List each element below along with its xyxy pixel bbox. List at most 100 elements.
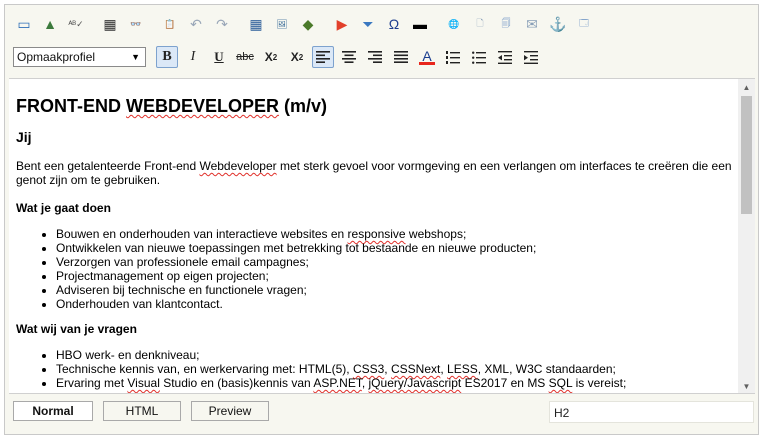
undo-icon: ↶ <box>190 15 202 32</box>
horizontal-rule-icon: ▬ <box>413 16 427 32</box>
underline-button[interactable]: U <box>208 46 230 68</box>
title-suffix: (m/v) <box>279 96 328 116</box>
scroll-up-arrow-icon[interactable]: ▲ <box>738 79 755 96</box>
table-button[interactable]: ▦ <box>245 13 267 35</box>
list-item: HBO werk- en denkniveau; <box>56 348 734 362</box>
align-left-icon <box>316 51 330 63</box>
list-item: Bouwen en onderhouden van interactieve w… <box>56 227 734 241</box>
calculator-button[interactable]: ▦ <box>99 13 121 35</box>
strikethrough-button[interactable]: abc <box>234 46 256 68</box>
italic-button[interactable]: I <box>182 46 204 68</box>
filter-button[interactable]: ⏷ <box>357 13 379 35</box>
align-justify-icon <box>394 51 408 63</box>
anchor-button[interactable]: ⚓ <box>547 13 569 35</box>
toolbar-row-2: Opmaakprofiel ▼ B I U abc X2 X2 A <box>13 44 546 70</box>
editor-content-area[interactable]: FRONT-END WEBDEVELOPER (m/v) Jij Bent ee… <box>9 78 755 394</box>
document-button[interactable]: 🗋 <box>469 13 491 35</box>
spellcheck-icon: ᴬᴮ✓ <box>68 18 84 29</box>
align-right-icon <box>368 51 382 63</box>
special-char-icon: Ω <box>388 16 400 32</box>
font-color-bar <box>419 61 435 65</box>
redo-button[interactable]: ↷ <box>211 13 233 35</box>
align-right-button[interactable] <box>364 46 386 68</box>
subscript-button[interactable]: X2 <box>260 46 282 68</box>
list-item: Verzorgen van professionele email campag… <box>56 255 734 269</box>
templates-button[interactable]: 🗐 <box>495 13 517 35</box>
mode-tabs: Normal HTML Preview <box>13 401 279 421</box>
intro-spell-word: Webdeveloper <box>199 159 277 173</box>
indent-button[interactable] <box>520 46 542 68</box>
title-spell-word: WEBDEVELOPER <box>126 96 280 116</box>
email-button[interactable]: ✉ <box>521 13 543 35</box>
undo-button[interactable]: ↶ <box>185 13 207 35</box>
chart-button[interactable]: ▲ <box>39 13 61 35</box>
paste-icon: 📋 <box>164 18 176 29</box>
form-icon: ▭ <box>17 15 31 32</box>
requirements-list: HBO werk- en denkniveau;Technische kenni… <box>56 348 734 390</box>
outdent-icon <box>498 50 512 64</box>
tab-html[interactable]: HTML <box>103 401 181 421</box>
section2-heading: Wat wij van je vragen <box>16 322 137 336</box>
email-icon: ✉ <box>526 15 538 32</box>
bold-button[interactable]: B <box>156 46 178 68</box>
subscript-icon: X <box>264 50 273 64</box>
scroll-down-arrow-icon[interactable]: ▼ <box>738 378 755 393</box>
templates-icon: 🗐 <box>501 18 511 28</box>
list-item: Ervaring met Visual Studio en (basis)ken… <box>56 376 734 390</box>
tab-preview[interactable]: Preview <box>191 401 269 421</box>
align-left-button[interactable] <box>312 46 334 68</box>
flash-icon: ◆ <box>302 15 314 32</box>
intro-heading: Jij <box>16 129 32 145</box>
redo-icon: ↷ <box>216 15 228 32</box>
superscript-icon: X <box>290 50 299 64</box>
list-item: Ontwikkelen van nieuwe toepassingen met … <box>56 241 734 255</box>
binoculars-button[interactable]: 👓 <box>125 13 147 35</box>
chevron-down-icon: ▼ <box>131 52 140 62</box>
filter-icon: ⏷ <box>362 15 374 32</box>
style-dropdown-value: Opmaakprofiel <box>17 50 96 64</box>
unordered-list-icon <box>472 51 486 64</box>
document-icon: 🗋 <box>476 18 484 28</box>
vertical-scrollbar[interactable]: ▲ ▼ <box>738 79 755 393</box>
list-item: Onderhouden van klantcontact. <box>56 297 734 311</box>
calculator-icon: ▦ <box>103 15 117 32</box>
list-item: Adviseren bij technische en functionele … <box>56 283 734 297</box>
ordered-list-button[interactable] <box>442 46 464 68</box>
intro-paragraph: Bent een getalenteerde Front-end Webdeve… <box>16 159 734 187</box>
binoculars-icon: 👓 <box>130 18 142 29</box>
title-text: FRONT-END <box>16 96 126 116</box>
rich-text-editor: ▭ ▲ ᴬᴮ✓ ▦ 👓 📋 ↶ ↷ ▦ 🖼 ◆ ▶ ⏷ Ω ▬ 🌐 🗋 🗐 ✉ ⚓ 🗔 Opmaakprofiel ▼ … <box>4 4 759 435</box>
scrollbar-thumb[interactable] <box>741 96 752 214</box>
spellcheck-button[interactable]: ᴬᴮ✓ <box>65 13 87 35</box>
window-button[interactable]: 🗔 <box>573 13 595 35</box>
superscript-button[interactable]: X2 <box>286 46 308 68</box>
style-dropdown[interactable]: Opmaakprofiel ▼ <box>13 47 146 67</box>
flash-button[interactable]: ◆ <box>297 13 319 35</box>
tab-normal[interactable]: Normal <box>13 401 93 421</box>
unordered-list-button[interactable] <box>468 46 490 68</box>
table-icon: ▦ <box>249 15 263 32</box>
justify-button[interactable] <box>390 46 412 68</box>
paste-button[interactable]: 📋 <box>159 13 181 35</box>
special-char-button[interactable]: Ω <box>383 13 405 35</box>
form-button[interactable]: ▭ <box>13 13 35 35</box>
font-color-icon: A <box>422 47 432 64</box>
horizontal-rule-button[interactable]: ▬ <box>409 13 431 35</box>
intro-text: Bent een getalenteerde Front-end <box>16 159 200 173</box>
list-item: Technische kennis van, en werkervaring m… <box>56 362 734 376</box>
media-play-button[interactable]: ▶ <box>331 13 353 35</box>
link-button[interactable]: 🌐 <box>443 13 465 35</box>
document-body[interactable]: FRONT-END WEBDEVELOPER (m/v) Jij Bent ee… <box>16 95 734 393</box>
image-button[interactable]: 🖼 <box>271 13 293 35</box>
window-icon: 🗔 <box>579 18 589 28</box>
anchor-icon: ⚓ <box>549 15 567 32</box>
outdent-button[interactable] <box>494 46 516 68</box>
subscript-mark: 2 <box>272 52 278 62</box>
section1-heading: Wat je gaat doen <box>16 201 111 215</box>
align-center-button[interactable] <box>338 46 360 68</box>
font-color-button[interactable]: A <box>416 46 438 68</box>
align-center-icon <box>342 51 356 63</box>
element-path-indicator: H2 <box>549 401 754 423</box>
image-icon: 🖼 <box>276 18 288 29</box>
tasks-list: Bouwen en onderhouden van interactieve w… <box>56 227 734 311</box>
